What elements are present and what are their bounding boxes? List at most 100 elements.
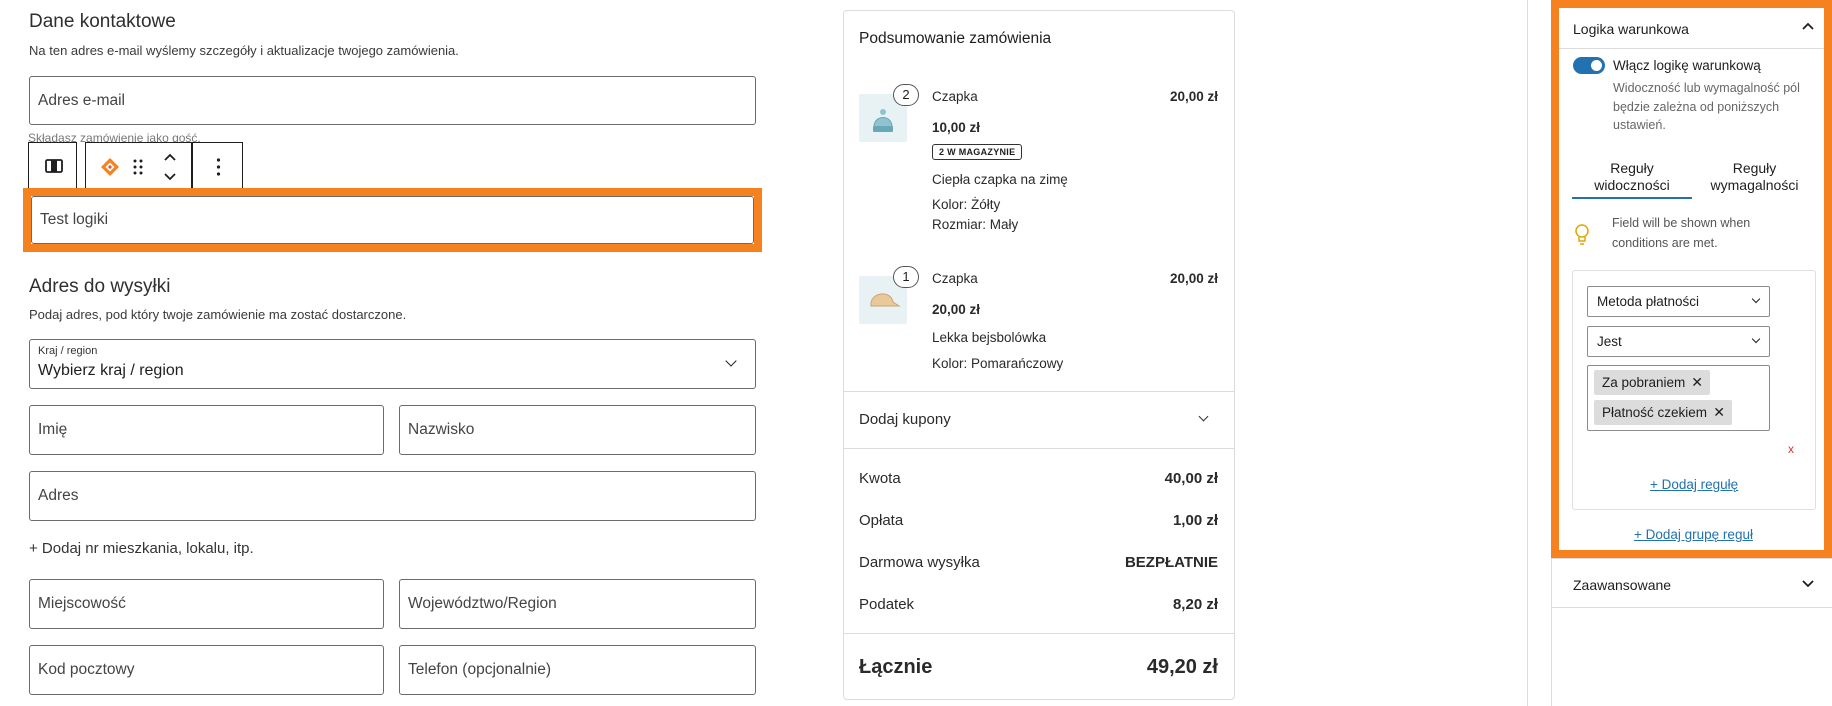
tab-visibility-line1: Reguły <box>1610 160 1654 176</box>
value-token: Za pobraniem ✕ <box>1594 370 1710 395</box>
remove-rule-button[interactable]: x <box>1788 442 1794 456</box>
token-label: Płatność czekiem <box>1602 405 1708 420</box>
panel-divider <box>1552 558 1832 559</box>
summary-divider <box>844 633 1234 634</box>
rule-field-select[interactable]: Metoda płatności <box>1587 286 1770 317</box>
rule-operator-value: Jest <box>1597 334 1622 349</box>
value-token: Płatność czekiem ✕ <box>1594 400 1732 425</box>
chevron-down-icon <box>725 355 737 367</box>
toggle-knob <box>1591 60 1602 71</box>
total-value: 49,20 zł <box>1146 656 1218 678</box>
sidebar-separator <box>1527 0 1528 706</box>
address-field[interactable]: Adres <box>29 471 756 521</box>
first-name-field[interactable]: Imię <box>29 405 384 455</box>
toggle-help-line3: ustawień. <box>1613 118 1666 132</box>
summary-divider <box>844 448 1234 449</box>
add-apartment-link[interactable]: + Dodaj nr mieszkania, lokalu, itp. <box>29 540 254 557</box>
panel-header-divider <box>1559 48 1824 49</box>
more-options-button[interactable] <box>192 142 243 190</box>
block-type-button[interactable] <box>28 142 77 190</box>
move-up-icon[interactable] <box>163 152 177 162</box>
product-meta-color: Kolor: Pomarańczowy <box>932 356 1064 371</box>
country-value: Wybierz kraj / region <box>38 362 184 379</box>
conditional-logic-toggle[interactable] <box>1573 57 1605 74</box>
postcode-field[interactable]: Kod pocztowy <box>29 645 384 695</box>
total-label: Łącznie <box>859 656 933 678</box>
test-logic-label: Test logiki <box>40 211 109 228</box>
chevron-down-icon <box>1751 294 1761 304</box>
country-label: Kraj / region <box>38 345 98 357</box>
hint-line2: conditions are met. <box>1612 236 1718 250</box>
tab-visibility-rules[interactable]: Reguły widoczności <box>1572 160 1692 194</box>
address-placeholder: Adres <box>38 487 79 504</box>
phone-placeholder: Telefon (opcjonalnie) <box>408 661 552 678</box>
contact-subtitle: Na ten adres e-mail wyślemy szczegóły i … <box>29 43 459 58</box>
product-unit-price: 10,00 zł <box>932 120 981 135</box>
shipping-label: Darmowa wysyłka <box>859 554 980 571</box>
product-name: Czapka <box>932 89 978 104</box>
subtotal-value: 40,00 zł <box>1164 470 1218 487</box>
state-field[interactable]: Województwo/Region <box>399 579 756 629</box>
product-description: Lekka bejsbolówka <box>932 330 1047 345</box>
lightbulb-icon <box>1575 224 1589 245</box>
toggle-help-line1: Widoczność lub wymagalność pól <box>1613 81 1800 95</box>
tax-value: 8,20 zł <box>1172 596 1218 613</box>
shipping-subtitle: Podaj adres, pod który twoje zamówienie … <box>29 307 407 322</box>
panel-section-title[interactable]: Logika warunkowa <box>1573 21 1689 37</box>
first-name-placeholder: Imię <box>38 421 68 438</box>
product-unit-price: 20,00 zł <box>932 302 981 317</box>
chevron-up-icon[interactable] <box>1802 22 1814 30</box>
product-price: 20,00 zł <box>1169 271 1218 286</box>
token-label: Za pobraniem <box>1602 375 1686 390</box>
remove-token-icon[interactable]: ✕ <box>1691 370 1703 395</box>
city-placeholder: Miejscowość <box>38 595 126 612</box>
product-price: 20,00 zł <box>1169 89 1218 104</box>
test-logic-field[interactable]: Test logiki <box>31 196 754 244</box>
panel-divider <box>1552 607 1832 608</box>
stock-badge: 2 W MAGAZYNIE <box>932 144 1023 160</box>
product-description: Ciepła czapka na zimę <box>932 172 1068 187</box>
fee-label: Opłata <box>859 512 904 529</box>
last-name-field[interactable]: Nazwisko <box>399 405 756 455</box>
add-rule-link[interactable]: + Dodaj regułę <box>1650 477 1738 492</box>
product-meta-size: Rozmiar: Mały <box>932 217 1019 232</box>
product-meta-color: Kolor: Żółty <box>932 197 1001 212</box>
tab-required-rules[interactable]: Reguły wymagalności <box>1692 160 1817 194</box>
toggle-label: Włącz logikę warunkową <box>1613 58 1761 73</box>
state-placeholder: Województwo/Region <box>408 595 557 612</box>
drag-handle-icon[interactable] <box>133 158 143 176</box>
tab-required-line1: Reguły <box>1732 160 1777 176</box>
shipping-value: BEZPŁATNIE <box>1124 554 1218 571</box>
add-group-link[interactable]: + Dodaj grupę reguł <box>1634 527 1753 542</box>
email-placeholder: Adres e-mail <box>38 91 125 109</box>
quantity-badge: 2 <box>893 84 919 106</box>
tax-label: Podatek <box>859 596 915 613</box>
postcode-placeholder: Kod pocztowy <box>38 661 135 678</box>
advanced-section-title[interactable]: Zaawansowane <box>1573 577 1671 593</box>
coupon-toggle[interactable]: Dodaj kupony <box>859 411 951 428</box>
product-name: Czapka <box>932 271 978 286</box>
hint-line1: Field will be shown when <box>1612 216 1751 230</box>
country-select[interactable]: Kraj / region Wybierz kraj / region <box>29 339 756 389</box>
tab-visibility-line2: widoczności <box>1594 177 1670 193</box>
columns-icon <box>45 159 63 173</box>
chevron-down-icon[interactable] <box>1802 580 1814 588</box>
city-field[interactable]: Miejscowość <box>29 579 384 629</box>
block-tools-group <box>85 142 192 190</box>
rule-operator-select[interactable]: Jest <box>1587 326 1770 357</box>
email-field[interactable]: Adres e-mail <box>29 76 756 125</box>
shipping-title: Adres do wysyłki <box>29 276 171 297</box>
toggle-help-line2: będzie zależna od poniższych <box>1613 100 1780 114</box>
active-tab-underline <box>1572 197 1692 199</box>
more-vertical-icon <box>216 158 221 176</box>
summary-divider <box>844 391 1234 392</box>
quantity-badge: 1 <box>893 266 919 288</box>
last-name-placeholder: Nazwisko <box>408 421 475 438</box>
phone-field[interactable]: Telefon (opcjonalnie) <box>399 645 756 695</box>
remove-token-icon[interactable]: ✕ <box>1713 400 1725 425</box>
tab-required-line2: wymagalności <box>1710 177 1799 193</box>
chevron-down-icon <box>1751 334 1761 344</box>
move-down-icon[interactable] <box>163 172 177 182</box>
rule-field-value: Metoda płatności <box>1597 294 1700 309</box>
plugin-logo-icon <box>101 158 119 176</box>
